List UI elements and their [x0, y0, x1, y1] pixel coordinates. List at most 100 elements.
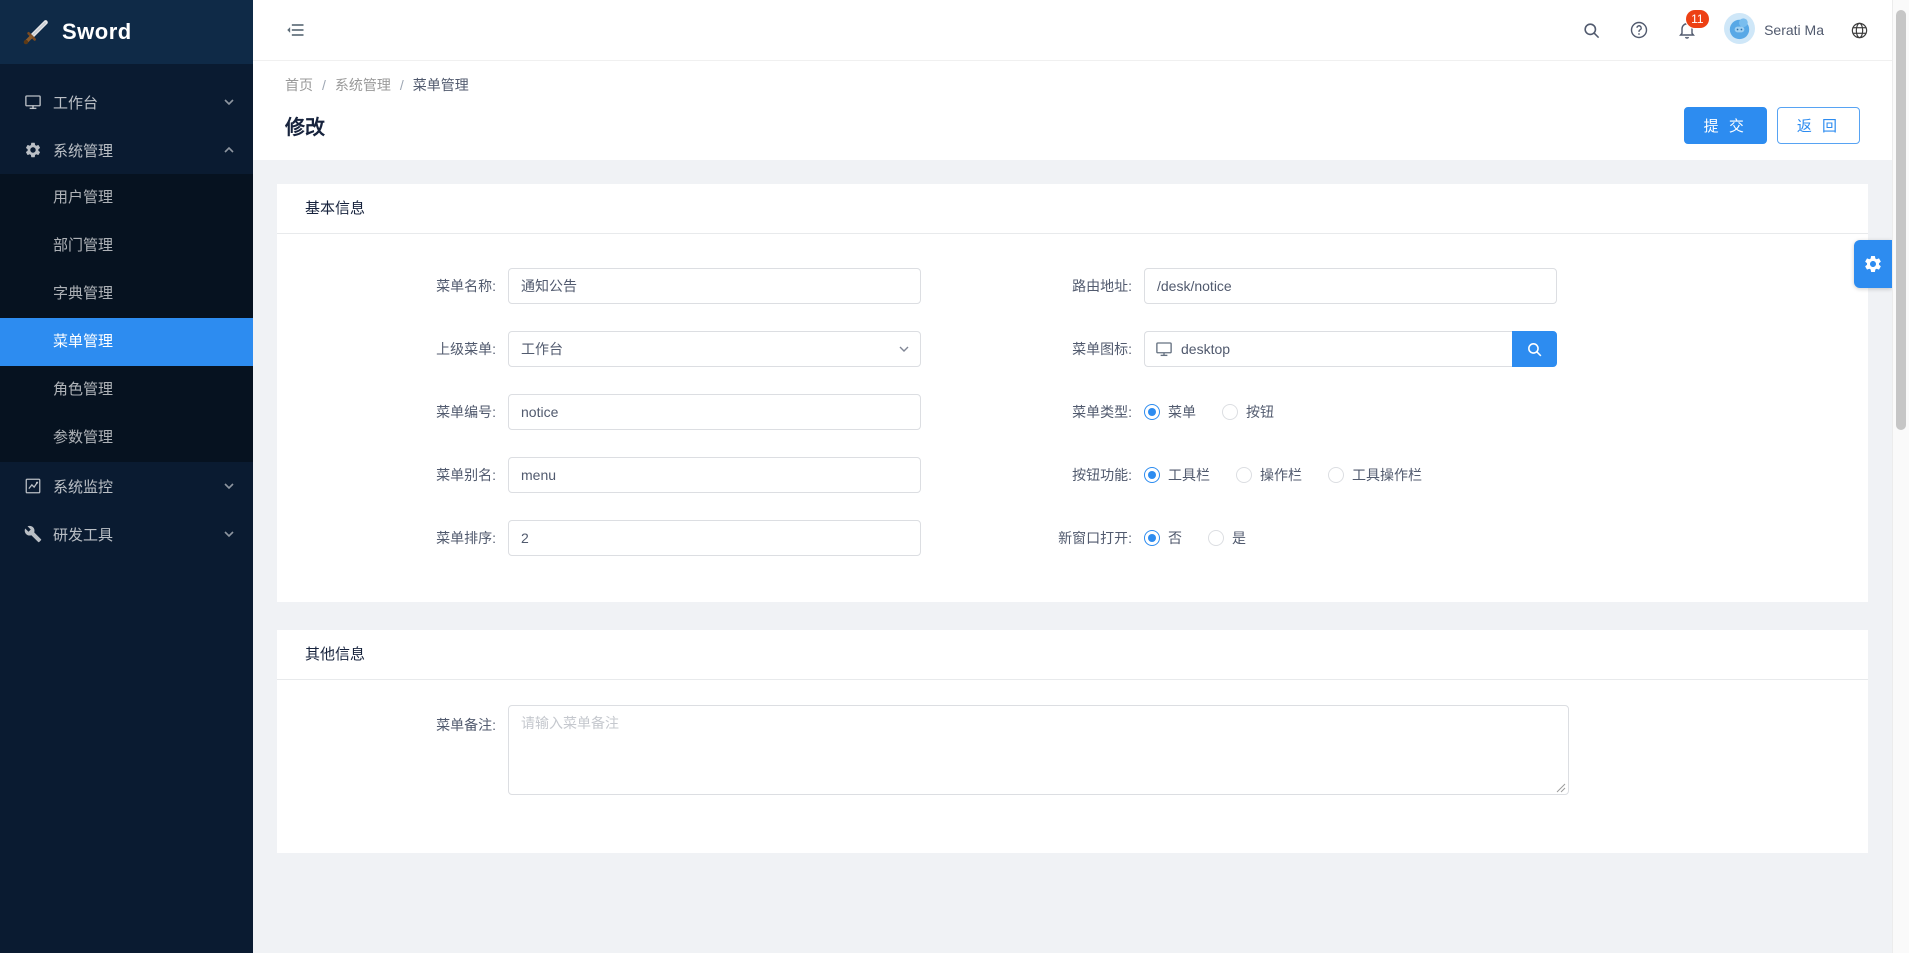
menu-alias-input[interactable] — [508, 457, 921, 493]
menu-icon-input[interactable] — [1144, 331, 1512, 367]
button-function-label: 按钮功能: — [921, 457, 1144, 493]
page-title: 修改 — [285, 111, 325, 140]
sidebar-collapse-button[interactable] — [283, 17, 309, 43]
card-title-basic: 基本信息 — [277, 184, 1868, 234]
page-header: 首页 / 系统管理 / 菜单管理 修改 提 交 返 回 — [253, 61, 1892, 160]
scrollbar-thumb[interactable] — [1896, 10, 1906, 430]
logo[interactable]: Sword — [0, 0, 253, 64]
radio-option-label: 菜单 — [1168, 402, 1196, 422]
sidebar-item-label: 系统监控 — [53, 476, 113, 497]
menu-name-input[interactable] — [508, 268, 921, 304]
radio-unchecked-icon — [1208, 530, 1224, 546]
sidebar-subitem-dict[interactable]: 字典管理 — [0, 270, 253, 318]
search-button[interactable] — [1578, 17, 1604, 43]
sidebar-item-label: 研发工具 — [53, 524, 113, 545]
breadcrumb-separator: / — [322, 77, 326, 93]
radio-option-button[interactable]: 按钮 — [1222, 402, 1274, 422]
sidebar: Sword 工作台 系统管理 用户管理 部门管理 字典管理 — [0, 0, 253, 953]
radio-checked-icon — [1144, 530, 1160, 546]
notification-badge: 11 — [1686, 10, 1708, 28]
menu-code-label: 菜单编号: — [277, 394, 508, 430]
sidebar-item-workbench[interactable]: 工作台 — [0, 78, 253, 126]
icon-search-button[interactable] — [1512, 331, 1557, 367]
radio-option-tool-actionbar[interactable]: 工具操作栏 — [1328, 465, 1422, 485]
sidebar-submenu-system: 用户管理 部门管理 字典管理 菜单管理 角色管理 参数管理 — [0, 174, 253, 462]
radio-option-label: 按钮 — [1246, 402, 1274, 422]
sidebar-item-devtools[interactable]: 研发工具 — [0, 510, 253, 558]
breadcrumb-separator: / — [400, 77, 404, 93]
menu-fold-icon — [286, 20, 306, 40]
sidebar-item-system[interactable]: 系统管理 — [0, 126, 253, 174]
card-title-other: 其他信息 — [277, 630, 1868, 680]
radio-unchecked-icon — [1236, 467, 1252, 483]
menu-sort-input[interactable] — [508, 520, 921, 556]
radio-option-label: 操作栏 — [1260, 465, 1302, 485]
topbar: 11 Serati Ma — [253, 0, 1892, 61]
wrench-icon — [24, 525, 42, 543]
chevron-down-icon — [223, 480, 235, 492]
sword-logo-icon — [22, 18, 50, 46]
search-icon — [1582, 21, 1601, 40]
breadcrumb-item-system[interactable]: 系统管理 — [335, 77, 391, 93]
sidebar-subitem-menu[interactable]: 菜单管理 — [0, 318, 253, 366]
chevron-down-icon — [898, 343, 910, 355]
sidebar-subitem-role[interactable]: 角色管理 — [0, 366, 253, 414]
main-area: 11 Serati Ma — [253, 0, 1892, 953]
radio-option-label: 工具操作栏 — [1352, 465, 1422, 485]
chevron-down-icon — [223, 528, 235, 540]
parent-menu-label: 上级菜单: — [277, 331, 508, 367]
radio-checked-icon — [1144, 467, 1160, 483]
page-scrollbar[interactable] — [1892, 0, 1909, 953]
other-info-card: 其他信息 菜单备注: — [277, 630, 1868, 853]
breadcrumb-item-current: 菜单管理 — [413, 77, 469, 93]
radio-option-menu[interactable]: 菜单 — [1144, 402, 1196, 422]
submit-button[interactable]: 提 交 — [1684, 107, 1767, 144]
help-button[interactable] — [1626, 17, 1652, 43]
content: 基本信息 菜单名称: 路由地址: 上级菜单: — [253, 160, 1892, 905]
globe-icon — [1850, 21, 1869, 40]
notifications-button[interactable]: 11 — [1674, 17, 1700, 43]
chevron-up-icon — [223, 144, 235, 156]
radio-option-label: 否 — [1168, 528, 1182, 548]
chart-icon — [24, 477, 42, 495]
menu-alias-label: 菜单别名: — [277, 457, 508, 493]
radio-option-label: 是 — [1232, 528, 1246, 548]
menu-icon-label: 菜单图标: — [921, 331, 1144, 367]
avatar-image — [1724, 13, 1755, 44]
gear-icon — [1863, 254, 1883, 274]
route-path-input[interactable] — [1144, 268, 1557, 304]
sidebar-subitem-param[interactable]: 参数管理 — [0, 414, 253, 462]
menu-remark-label: 菜单备注: — [277, 705, 508, 798]
logo-text: Sword — [62, 19, 132, 45]
sidebar-item-monitor[interactable]: 系统监控 — [0, 462, 253, 510]
sidebar-subitem-user[interactable]: 用户管理 — [0, 174, 253, 222]
menu-name-label: 菜单名称: — [277, 268, 508, 304]
gear-icon — [24, 141, 42, 159]
route-path-label: 路由地址: — [921, 268, 1144, 304]
radio-option-toolbar[interactable]: 工具栏 — [1144, 465, 1210, 485]
chevron-down-icon — [223, 96, 235, 108]
radio-option-actionbar[interactable]: 操作栏 — [1236, 465, 1302, 485]
monitor-icon — [24, 93, 42, 111]
theme-settings-button[interactable] — [1854, 240, 1892, 288]
basic-info-card: 基本信息 菜单名称: 路由地址: 上级菜单: — [277, 184, 1868, 602]
sidebar-subitem-dept[interactable]: 部门管理 — [0, 222, 253, 270]
back-button[interactable]: 返 回 — [1777, 107, 1860, 144]
question-circle-icon — [1629, 20, 1649, 40]
parent-menu-select[interactable]: 工作台 — [508, 331, 921, 367]
radio-option-yes[interactable]: 是 — [1208, 528, 1246, 548]
locale-button[interactable] — [1846, 17, 1872, 43]
topbar-right: 11 Serati Ma — [1556, 13, 1872, 47]
breadcrumb-item-home[interactable]: 首页 — [285, 77, 313, 93]
menu-type-label: 菜单类型: — [921, 394, 1144, 430]
breadcrumb: 首页 / 系统管理 / 菜单管理 — [285, 75, 1860, 95]
search-icon — [1526, 341, 1543, 358]
user-name[interactable]: Serati Ma — [1764, 22, 1824, 38]
radio-unchecked-icon — [1328, 467, 1344, 483]
menu-remark-textarea[interactable] — [508, 705, 1569, 795]
desktop-icon — [1155, 340, 1173, 358]
menu-code-input[interactable] — [508, 394, 921, 430]
radio-option-label: 工具栏 — [1168, 465, 1210, 485]
radio-option-no[interactable]: 否 — [1144, 528, 1182, 548]
avatar[interactable] — [1724, 13, 1755, 47]
